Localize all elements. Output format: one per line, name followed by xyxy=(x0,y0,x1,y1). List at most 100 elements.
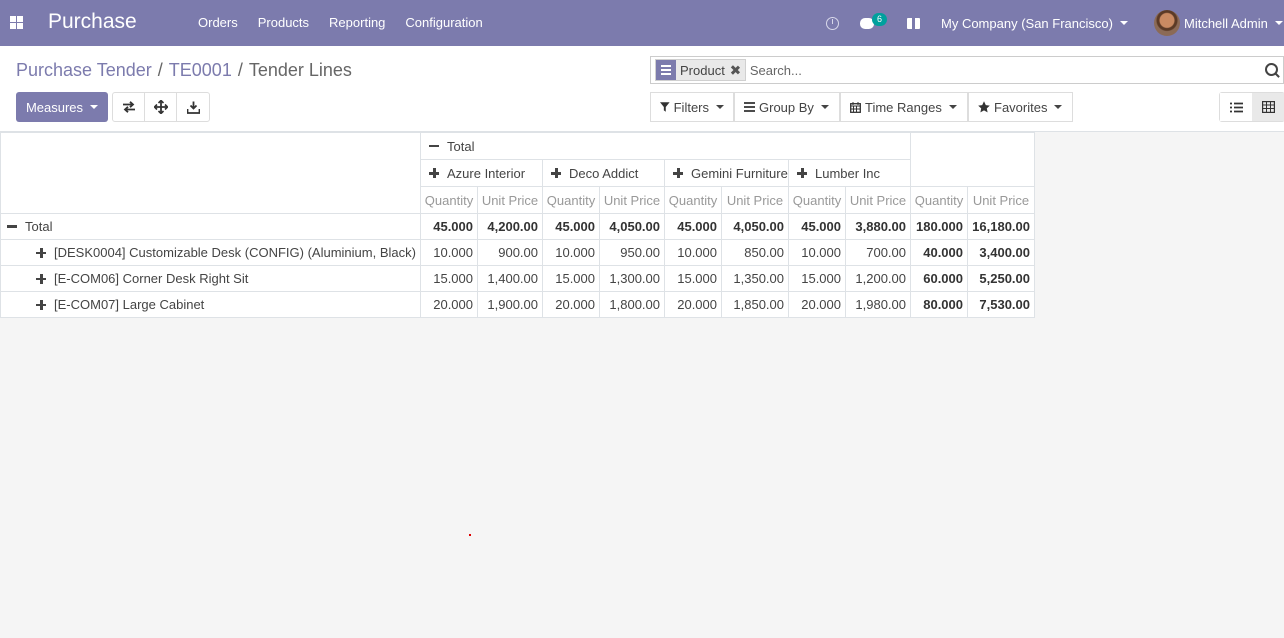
pivot-cell[interactable]: 1,980.00 xyxy=(845,291,911,318)
pivot-cell[interactable]: 16,180.00 xyxy=(967,213,1035,240)
measure-header[interactable]: Quantity xyxy=(910,186,968,214)
pivot-cell[interactable]: 4,050.00 xyxy=(599,213,665,240)
col-header-group-label: Azure Interior xyxy=(447,165,526,181)
facet-label: Product xyxy=(680,62,725,78)
pivot-cell[interactable]: 4,200.00 xyxy=(477,213,543,240)
col-header-group[interactable]: Gemini Furniture xyxy=(664,159,789,187)
measure-header[interactable]: Quantity xyxy=(788,186,846,214)
col-header-group[interactable]: Deco Addict xyxy=(542,159,665,187)
pivot-cell-total[interactable]: 3,400.00 xyxy=(967,239,1035,266)
pivot-view-button[interactable] xyxy=(1252,93,1284,121)
pivot-cell[interactable]: 1,400.00 xyxy=(477,265,543,292)
search-icon[interactable] xyxy=(1261,59,1283,81)
time-ranges-label: Time Ranges xyxy=(865,99,942,115)
pivot-cell[interactable]: 1,800.00 xyxy=(599,291,665,318)
pivot-cell[interactable]: 10.000 xyxy=(542,239,600,266)
pivot-cell[interactable]: 10.000 xyxy=(664,239,722,266)
row-header[interactable]: [DESK0004] Customizable Desk (CONFIG) (A… xyxy=(0,239,421,266)
col-header-group[interactable]: Azure Interior xyxy=(420,159,543,187)
company-switcher[interactable]: My Company (San Francisco) xyxy=(941,0,1128,46)
row-header-total[interactable]: Total xyxy=(0,213,421,240)
pivot-cell[interactable]: 45.000 xyxy=(788,213,846,240)
col-header-group-label: Lumber Inc xyxy=(815,165,881,181)
row-header[interactable]: [E-COM07] Large Cabinet xyxy=(0,291,421,318)
chat-icon[interactable] xyxy=(860,0,874,46)
group-by-icon xyxy=(656,60,676,80)
remove-facet-icon[interactable] xyxy=(729,64,741,76)
pivot-cell[interactable]: 4,050.00 xyxy=(721,213,789,240)
pivot-cell[interactable]: 900.00 xyxy=(477,239,543,266)
pivot-cell[interactable]: 45.000 xyxy=(420,213,478,240)
row-header-label: [E-COM07] Large Cabinet xyxy=(54,297,205,312)
pivot-cell[interactable]: 20.000 xyxy=(542,291,600,318)
search-input[interactable] xyxy=(749,62,1261,78)
measure-header[interactable]: Quantity xyxy=(542,186,600,214)
flip-axis-button[interactable] xyxy=(113,93,145,121)
menu-item-orders[interactable]: Orders xyxy=(198,15,238,30)
group-by-button[interactable]: Group By xyxy=(734,92,840,122)
pivot-cell[interactable]: 1,900.00 xyxy=(477,291,543,318)
col-header-total-label: Total xyxy=(447,138,475,154)
pivot-cell[interactable]: 20.000 xyxy=(788,291,846,318)
measure-header[interactable]: Quantity xyxy=(664,186,722,214)
filters-button[interactable]: Filters xyxy=(650,92,734,122)
user-avatar[interactable] xyxy=(1154,10,1180,36)
menu-item-reporting[interactable]: Reporting xyxy=(329,15,385,30)
list-view-button[interactable] xyxy=(1220,93,1252,121)
download-button[interactable] xyxy=(177,93,209,121)
pivot-cell[interactable]: 10.000 xyxy=(788,239,846,266)
pivot-cell[interactable]: 15.000 xyxy=(788,265,846,292)
measure-header[interactable]: Unit Price xyxy=(477,186,543,214)
measure-header[interactable]: Unit Price xyxy=(845,186,911,214)
time-ranges-button[interactable]: Time Ranges xyxy=(840,92,968,122)
filters-label: Filters xyxy=(673,99,709,115)
expand-all-button[interactable] xyxy=(145,93,177,121)
user-menu[interactable]: Mitchell Admin xyxy=(1184,0,1283,46)
pivot-cell[interactable]: 1,300.00 xyxy=(599,265,665,292)
measure-header[interactable]: Unit Price xyxy=(599,186,665,214)
col-header-group[interactable]: Lumber Inc xyxy=(788,159,911,187)
col-header-total[interactable]: Total xyxy=(420,132,911,160)
pivot-cell[interactable]: 45.000 xyxy=(664,213,722,240)
pivot-cell-total[interactable]: 80.000 xyxy=(910,291,968,318)
pivot-cell-total[interactable]: 60.000 xyxy=(910,265,968,292)
pivot-cell[interactable]: 15.000 xyxy=(542,265,600,292)
pivot-cell[interactable]: 1,850.00 xyxy=(721,291,789,318)
table-row: [E-COM07] Large Cabinet 20.000 1,900.00 … xyxy=(0,291,1035,318)
breadcrumb-purchase-tender[interactable]: Purchase Tender xyxy=(16,60,152,80)
measure-header[interactable]: Unit Price xyxy=(967,186,1035,214)
pivot-cell[interactable]: 180.000 xyxy=(910,213,968,240)
pivot-cell[interactable]: 10.000 xyxy=(420,239,478,266)
row-header-label: [E-COM06] Corner Desk Right Sit xyxy=(54,271,249,286)
row-header[interactable]: [E-COM06] Corner Desk Right Sit xyxy=(0,265,421,292)
pivot-cell[interactable]: 20.000 xyxy=(420,291,478,318)
pivot-cell[interactable]: 45.000 xyxy=(542,213,600,240)
group-by-label: Group By xyxy=(759,99,814,115)
favorites-button[interactable]: Favorites xyxy=(968,92,1073,122)
measures-button[interactable]: Measures xyxy=(16,92,108,122)
pivot-cell[interactable]: 850.00 xyxy=(721,239,789,266)
pivot-cell[interactable]: 950.00 xyxy=(599,239,665,266)
pivot-corner xyxy=(0,132,421,214)
activity-clock-icon[interactable] xyxy=(826,0,839,46)
expand-icon xyxy=(36,247,46,258)
measure-header[interactable]: Unit Price xyxy=(721,186,789,214)
measure-header[interactable]: Quantity xyxy=(420,186,478,214)
pivot-cell[interactable]: 15.000 xyxy=(664,265,722,292)
pivot-cell-total[interactable]: 40.000 xyxy=(910,239,968,266)
pivot-cell[interactable]: 700.00 xyxy=(845,239,911,266)
menu-item-products[interactable]: Products xyxy=(258,15,309,30)
breadcrumb-tender[interactable]: TE0001 xyxy=(169,60,232,80)
pivot-cell[interactable]: 15.000 xyxy=(420,265,478,292)
pivot-cell[interactable]: 3,880.00 xyxy=(845,213,911,240)
pivot-cell[interactable]: 1,350.00 xyxy=(721,265,789,292)
gift-icon[interactable] xyxy=(907,0,920,46)
pivot-cell[interactable]: 20.000 xyxy=(664,291,722,318)
group-by-icon xyxy=(744,102,755,112)
pivot-cell-total[interactable]: 7,530.00 xyxy=(967,291,1035,318)
apps-menu-icon[interactable] xyxy=(10,16,23,29)
menu-item-configuration[interactable]: Configuration xyxy=(405,15,482,30)
pivot-cell-total[interactable]: 5,250.00 xyxy=(967,265,1035,292)
pivot-cell[interactable]: 1,200.00 xyxy=(845,265,911,292)
app-name[interactable]: Purchase xyxy=(48,10,137,34)
